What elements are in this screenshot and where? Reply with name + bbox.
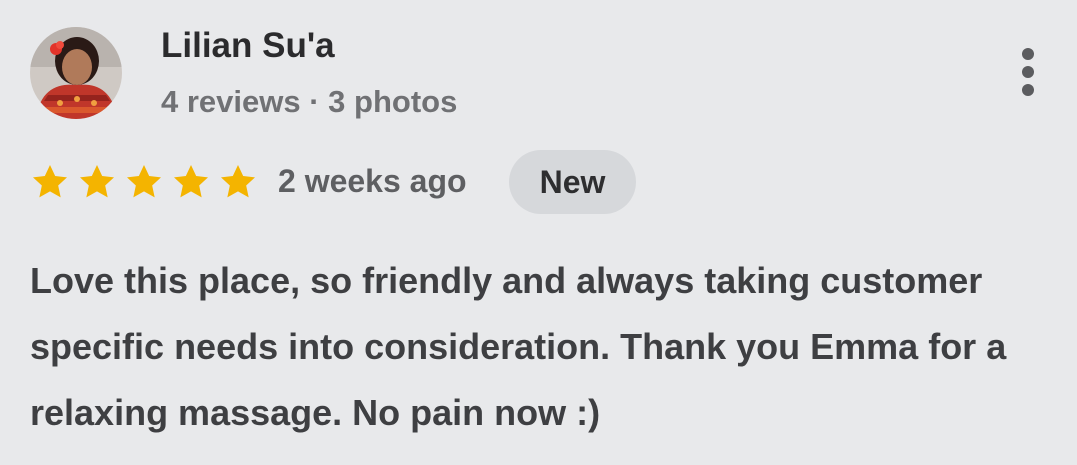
more-dot	[1022, 48, 1034, 60]
star-icon	[77, 162, 117, 202]
more-dot	[1022, 66, 1034, 78]
star-icon	[30, 162, 70, 202]
star-icon	[218, 162, 258, 202]
more-dot	[1022, 84, 1034, 96]
review-card: Lilian Su'a 4 reviews · 3 photos 2 weeks…	[0, 0, 1077, 465]
review-text: Love this place, so friendly and always …	[30, 260, 1007, 433]
author-meta: 4 reviews · 3 photos	[161, 84, 458, 119]
avatar-image	[30, 27, 122, 119]
star-rating	[30, 162, 265, 202]
new-badge: New	[509, 150, 636, 214]
avatar[interactable]	[30, 27, 122, 119]
star-icon	[171, 162, 211, 202]
star-icon	[124, 162, 164, 202]
more-vert-icon[interactable]	[1008, 42, 1048, 102]
review-time: 2 weeks ago	[278, 163, 467, 199]
author-name[interactable]: Lilian Su'a	[161, 26, 335, 66]
